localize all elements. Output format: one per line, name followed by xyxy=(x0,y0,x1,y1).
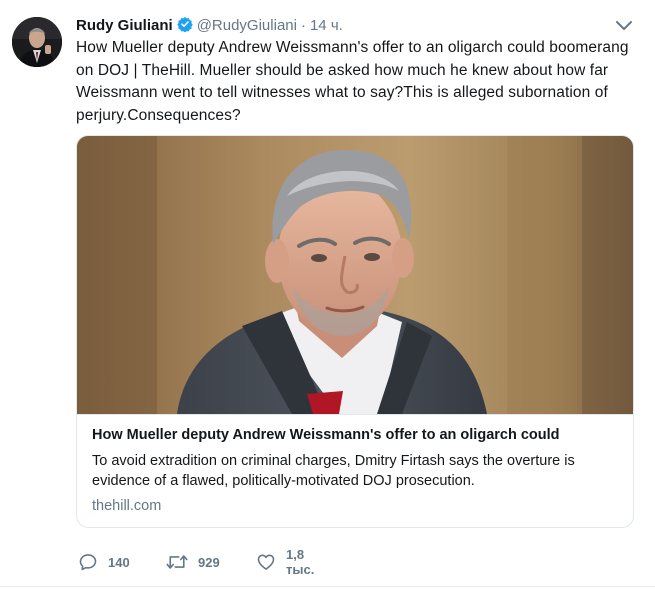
avatar-photo xyxy=(12,17,62,67)
link-card[interactable]: How Mueller deputy Andrew Weissmann's of… xyxy=(76,135,634,528)
retweet-icon xyxy=(166,552,188,572)
reply-button[interactable]: 140 xyxy=(78,550,130,574)
reply-icon xyxy=(78,552,98,572)
author-handle[interactable]: @RudyGiuliani xyxy=(197,17,297,34)
separator-dot: · xyxy=(300,17,306,34)
chevron-down-icon[interactable] xyxy=(614,18,634,34)
card-body: How Mueller deputy Andrew Weissmann's of… xyxy=(77,414,633,527)
retweet-count: 929 xyxy=(198,554,220,570)
avatar[interactable] xyxy=(12,17,62,67)
tweet-timestamp[interactable]: 14 ч. xyxy=(310,17,343,34)
verified-badge-icon xyxy=(176,16,193,33)
tweet-text: How Mueller deputy Andrew Weissmann's of… xyxy=(76,39,629,124)
card-title[interactable]: How Mueller deputy Andrew Weissmann's of… xyxy=(92,427,560,443)
card-description: To avoid extradition on criminal charges… xyxy=(92,453,575,489)
tweet-header: Rudy Giuliani @RudyGiuliani · 14 ч. xyxy=(76,14,343,34)
retweet-button[interactable]: 929 xyxy=(166,550,220,574)
like-button[interactable]: 1,8 тыс. xyxy=(256,547,315,577)
like-count: 1,8 тыс. xyxy=(286,547,315,577)
divider xyxy=(0,586,655,587)
heart-icon xyxy=(256,552,276,572)
tweet: Rudy Giuliani @RudyGiuliani · 14 ч. How … xyxy=(0,0,655,589)
card-image xyxy=(77,136,633,414)
card-domain: thehill.com xyxy=(92,498,162,514)
author-name[interactable]: Rudy Giuliani xyxy=(76,17,173,34)
reply-count: 140 xyxy=(108,554,130,570)
